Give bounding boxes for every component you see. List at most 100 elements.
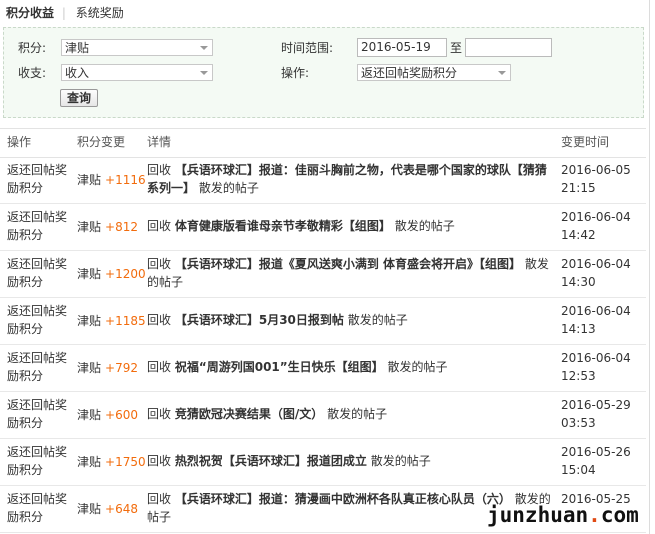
row-clock: 12:53 — [561, 369, 596, 383]
row-suffix: 散发的帖子 — [347, 313, 408, 327]
row-credit: 津贴 — [77, 314, 102, 328]
table-row: 返还回帖奖励积分 津贴 +1116 回收 【兵语环球汇】报道：佳丽斗胸前之物，代表… — [0, 157, 646, 204]
table-row: 返还回帖奖励积分 津贴 +812 回收 体育健康版看谁母亲节孝敬精彩【组图】 散发… — [0, 204, 646, 251]
row-detail: 回收 祝福“周游列国001”生日快乐【组图】 散发的帖子 — [147, 358, 555, 376]
row-prefix: 回收 — [147, 257, 172, 271]
row-clock: 15:04 — [561, 463, 596, 477]
range-label: 时间范围: — [281, 41, 334, 55]
row-time: 2016-06-04 14:30 — [561, 255, 631, 291]
tab-separator: | — [61, 6, 66, 20]
flow-select[interactable]: 收入 — [61, 64, 213, 81]
row-date: 2016-06-04 — [561, 257, 631, 271]
row-change: 津贴 +792 — [77, 359, 138, 377]
row-time: 2016-06-04 12:53 — [561, 349, 631, 385]
row-suffix: 散发的帖子 — [327, 407, 388, 421]
row-change: 津贴 +1200 — [77, 265, 146, 283]
header-detail: 详情 — [147, 135, 172, 149]
range-start-input[interactable]: 2016-05-19 — [357, 38, 447, 57]
row-credit: 津贴 — [77, 173, 102, 187]
row-op: 返还回帖奖励积分 — [7, 163, 68, 195]
row-suffix: 散发的帖子 — [387, 360, 448, 374]
table-body: 返还回帖奖励积分 津贴 +1116 回收 【兵语环球汇】报道：佳丽斗胸前之物，代表… — [0, 157, 646, 533]
site-watermark: junzhuan.com — [487, 503, 639, 527]
row-credit: 津贴 — [77, 502, 102, 516]
row-change: 津贴 +1116 — [77, 171, 146, 189]
watermark-post: com — [600, 503, 639, 527]
row-amount: +600 — [105, 408, 138, 422]
row-title-link[interactable]: 祝福“周游列国001”生日快乐【组图】 — [175, 360, 384, 374]
row-prefix: 回收 — [147, 313, 172, 327]
row-credit: 津贴 — [77, 361, 102, 375]
row-time: 2016-06-04 14:42 — [561, 208, 631, 244]
range-start-value: 2016-05-19 — [361, 40, 431, 54]
row-title-link[interactable]: 【兵语环球汇】5月30日报到帖 — [175, 313, 344, 327]
op-label: 操作: — [281, 66, 310, 80]
row-detail: 回收 【兵语环球汇】报道：佳丽斗胸前之物，代表是哪个国家的球队【猜猜系列一】 散… — [147, 161, 555, 197]
row-title-link[interactable]: 【兵语环球汇】报道《夏风送爽小满到 体育盛会将开启》【组图】 — [175, 257, 521, 271]
range-end-input[interactable] — [465, 38, 552, 57]
row-change: 津贴 +600 — [77, 406, 138, 424]
table-row: 返还回帖奖励积分 津贴 +792 回收 祝福“周游列国001”生日快乐【组图】 散… — [0, 345, 646, 392]
row-op: 返还回帖奖励积分 — [7, 445, 68, 477]
credit-select[interactable]: 津贴 — [61, 39, 213, 56]
row-time: 2016-06-04 14:13 — [561, 302, 631, 338]
row-prefix: 回收 — [147, 360, 172, 374]
credit-label: 积分: — [18, 41, 47, 55]
row-prefix: 回收 — [147, 407, 172, 421]
row-date: 2016-06-04 — [561, 304, 631, 318]
row-detail: 回收 【兵语环球汇】5月30日报到帖 散发的帖子 — [147, 311, 555, 329]
row-op: 返还回帖奖励积分 — [7, 492, 68, 524]
row-detail: 回收 【兵语环球汇】报道《夏风送爽小满到 体育盛会将开启》【组图】 散发的帖子 — [147, 255, 555, 291]
row-title-link[interactable]: 体育健康版看谁母亲节孝敬精彩【组图】 — [175, 219, 391, 233]
op-select-value: 返还回帖奖励积分 — [361, 66, 458, 80]
row-title-link[interactable]: 竞猜欧冠决赛结果（图/文） — [175, 407, 323, 421]
row-detail: 回收 热烈祝贺【兵语环球汇】报道团成立 散发的帖子 — [147, 452, 555, 470]
row-prefix: 回收 — [147, 492, 172, 506]
row-change: 津贴 +812 — [77, 218, 138, 236]
op-select[interactable]: 返还回帖奖励积分 — [357, 64, 511, 81]
tab-system-reward[interactable]: 系统奖励 — [76, 6, 124, 20]
tab-credit-income[interactable]: 积分收益 — [6, 6, 54, 20]
row-title-link[interactable]: 热烈祝贺【兵语环球汇】报道团成立 — [175, 454, 367, 468]
row-clock: 14:42 — [561, 228, 596, 242]
header-time: 变更时间 — [561, 135, 610, 149]
search-button[interactable]: 查询 — [60, 89, 99, 107]
row-amount: +812 — [105, 220, 138, 234]
row-credit: 津贴 — [77, 220, 102, 234]
flow-label: 收支: — [18, 66, 47, 80]
row-clock: 03:53 — [561, 416, 596, 430]
row-credit: 津贴 — [77, 267, 102, 281]
table-header: 操作 积分变更 详情 变更时间 — [0, 128, 646, 158]
row-time: 2016-06-05 21:15 — [561, 161, 631, 197]
row-date: 2016-05-26 — [561, 445, 631, 459]
row-title-link[interactable]: 【兵语环球汇】报道：猜漫画中欧洲杯各队真正核心队员（六） — [175, 492, 511, 506]
chevron-down-icon — [200, 46, 208, 50]
row-credit: 津贴 — [77, 408, 102, 422]
credit-select-value: 津贴 — [65, 41, 90, 55]
flow-select-value: 收入 — [65, 66, 90, 80]
row-change: 津贴 +648 — [77, 500, 138, 518]
row-amount: +1200 — [105, 267, 146, 281]
table-row: 返还回帖奖励积分 津贴 +1750 回收 热烈祝贺【兵语环球汇】报道团成立 散发的… — [0, 439, 646, 486]
table-row: 返还回帖奖励积分 津贴 +600 回收 竞猜欧冠决赛结果（图/文） 散发的帖子 2… — [0, 392, 646, 439]
row-amount: +1116 — [105, 173, 146, 187]
chevron-down-icon — [200, 71, 208, 75]
row-date: 2016-06-04 — [561, 210, 631, 224]
table-row: 返还回帖奖励积分 津贴 +1200 回收 【兵语环球汇】报道《夏风送爽小满到 体育… — [0, 251, 646, 298]
row-time: 2016-05-29 03:53 — [561, 396, 631, 432]
row-date: 2016-06-04 — [561, 351, 631, 365]
range-separator: 至 — [450, 41, 463, 55]
header-change: 积分变更 — [77, 135, 126, 149]
vertical-scrollbar[interactable] — [646, 0, 655, 534]
row-amount: +648 — [105, 502, 138, 516]
scrollbar-track — [649, 0, 650, 534]
row-clock: 14:30 — [561, 275, 596, 289]
row-suffix: 散发的帖子 — [394, 219, 455, 233]
table-row: 返还回帖奖励积分 津贴 +1185 回收 【兵语环球汇】5月30日报到帖 散发的帖… — [0, 298, 646, 345]
row-date: 2016-05-29 — [561, 398, 631, 412]
row-change: 津贴 +1750 — [77, 453, 146, 471]
row-prefix: 回收 — [147, 219, 172, 233]
row-prefix: 回收 — [147, 454, 172, 468]
row-op: 返还回帖奖励积分 — [7, 210, 68, 242]
header-op: 操作 — [7, 135, 32, 149]
